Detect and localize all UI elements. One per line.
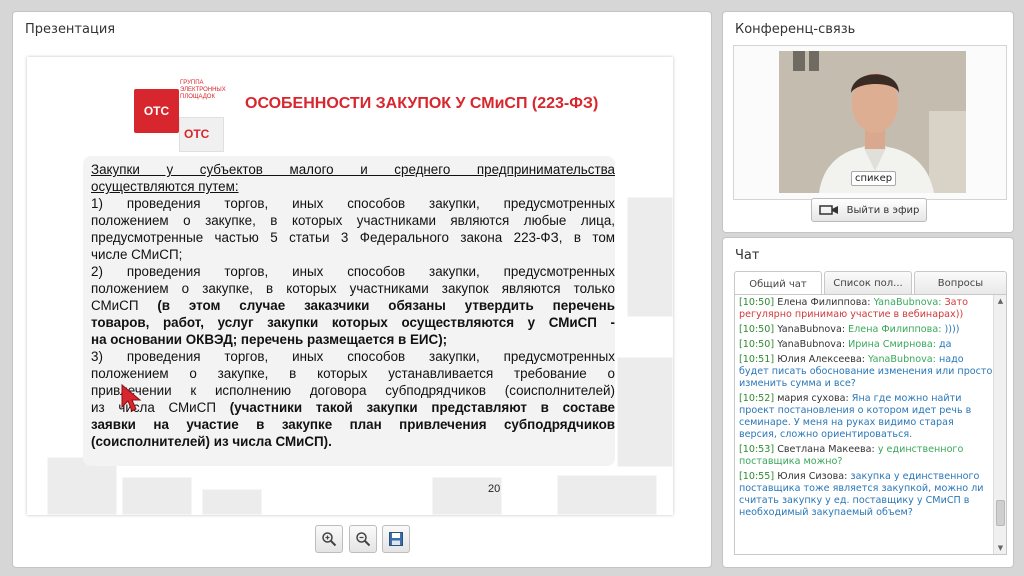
scroll-up-arrow-icon[interactable]: ▲	[996, 296, 1005, 306]
slide-line: положением о закупке, в которых участник…	[91, 213, 615, 228]
logo-caption: Группа электронных площадок	[180, 80, 226, 100]
conference-panel: Конференц-связь спикер Выйти в эфир	[722, 11, 1014, 233]
chat-scroll-thumb[interactable]	[996, 500, 1005, 526]
slide-line: 1) проведения торгов, иных способов заку…	[91, 196, 615, 211]
slide-line: предусмотренные частью 5 статьи 3 Федера…	[91, 230, 615, 245]
slide-line: числе СМиСП;	[91, 247, 183, 262]
save-icon	[389, 532, 403, 546]
slide-line: осуществляются путем:	[91, 179, 239, 194]
slide-line-bold: (участники такой закупки представляют в …	[229, 400, 615, 415]
speaker-video: спикер	[779, 51, 966, 193]
slide-line: СМиСП (в этом случае заказчики обязаны у…	[91, 297, 615, 314]
chat-message-list: [10:50] Елена Филиппова: YanaBubnova: За…	[739, 297, 993, 522]
camera-icon	[818, 205, 838, 215]
go-live-button[interactable]: Выйти в эфир	[811, 198, 927, 222]
speaker-label: спикер	[851, 171, 897, 186]
conference-panel-title: Конференц-связь	[735, 22, 856, 37]
zoom-out-button[interactable]	[349, 525, 377, 553]
slide-title: ОСОБЕННОСТИ ЗАКУПОК У СМиСП (223-ФЗ)	[245, 95, 599, 112]
chat-panel: Чат Общий чат Список пол... Вопросы [10:…	[722, 237, 1014, 568]
chat-panel-title: Чат	[735, 248, 760, 263]
slide-decoration	[557, 475, 657, 515]
slide-decoration	[122, 477, 192, 515]
go-live-label: Выйти в эфир	[846, 204, 920, 216]
slide-line: 3) проведения торгов, иных способов заку…	[91, 349, 615, 364]
presentation-slide: OTC Группа электронных площадок OTC ОСОБ…	[27, 57, 673, 515]
chat-message: [10:55] Юлия Сизова: закупка у единствен…	[739, 471, 993, 519]
chat-message-time: [10:52]	[739, 393, 775, 404]
slide-line: привлечении к исполнению договора субпод…	[91, 383, 615, 398]
chat-message-time: [10:53]	[739, 444, 775, 455]
chat-message-author: Юлия Сизова:	[774, 471, 851, 482]
slide-line: Закупки у субъектов малого и среднего пр…	[91, 162, 615, 177]
chat-message-time: [10:50]	[739, 297, 775, 308]
scroll-down-arrow-icon[interactable]: ▼	[996, 543, 1005, 553]
slide-page-number: 20	[488, 483, 501, 495]
chat-message-time: [10:51]	[739, 354, 775, 365]
slide-line: (соисполнителей) из числа СМиСП).	[91, 434, 332, 449]
chat-message-author: Елена Филиппова:	[774, 297, 874, 308]
otc-logo-secondary: OTC	[179, 117, 224, 152]
chat-message: [10:51] Юлия Алексеева: YanaBubnova: над…	[739, 354, 993, 390]
presentation-panel-title: Презентация	[25, 22, 116, 37]
slide-line: положением о закупке, в которых устанавл…	[91, 366, 615, 381]
chat-message: [10:53] Светлана Макеева: у единственног…	[739, 444, 993, 468]
chat-message: [10:50] YanaBubnova: Елена Филиппова: ))…	[739, 324, 993, 336]
slide-decoration	[627, 197, 673, 317]
chat-message: [10:50] YanaBubnova: Ирина Смирнова: да	[739, 339, 993, 351]
chat-message-author: YanaBubnova:	[774, 324, 849, 335]
chat-message-text: да	[939, 339, 952, 350]
video-container: спикер	[733, 45, 1007, 200]
chat-message-time: [10:50]	[739, 339, 775, 350]
save-button[interactable]	[382, 525, 410, 553]
slide-line-bold: (в этом случае заказчики обязаны утверди…	[157, 298, 615, 313]
otc-logo: OTC	[134, 89, 179, 133]
zoom-in-button[interactable]	[315, 525, 343, 553]
chat-message-recipient: YanaBubnova:	[868, 354, 939, 365]
slide-text: Закупки у субъектов малого и среднего пр…	[91, 161, 615, 450]
chat-message: [10:52] мария сухова: Яна где можно найт…	[739, 393, 993, 441]
chat-message: [10:50] Елена Филиппова: YanaBubnova: За…	[739, 297, 993, 321]
tab-general-chat[interactable]: Общий чат	[734, 271, 822, 296]
slide-decoration	[617, 357, 673, 467]
tab-questions[interactable]: Вопросы	[914, 271, 1007, 295]
chat-message-text: ))))	[944, 324, 960, 335]
chat-message-author: Светлана Макеева:	[774, 444, 878, 455]
slide-line: из числа СМиСП (участники такой закупки …	[91, 399, 615, 416]
chat-message-author: Юлия Алексеева:	[774, 354, 869, 365]
presentation-panel: Презентация OTC Группа электронных площа…	[12, 11, 712, 568]
chat-message-recipient: YanaBubnova:	[873, 297, 945, 308]
zoom-out-icon	[356, 532, 371, 547]
tab-participants-list[interactable]: Список пол...	[824, 271, 912, 295]
slide-line: 2) проведения торгов, иных способов заку…	[91, 264, 615, 279]
chat-message-recipient: Елена Филиппова:	[848, 324, 945, 335]
chat-messages[interactable]: [10:50] Елена Филиппова: YanaBubnova: За…	[734, 294, 1007, 555]
chat-scrollbar[interactable]: ▲ ▼	[993, 295, 1006, 554]
slide-line: положением о закупке, в которых участник…	[91, 281, 615, 296]
otc-logo-secondary-text: OTC	[184, 127, 210, 141]
chat-message-recipient: Ирина Смирнова:	[848, 339, 940, 350]
mouse-pointer-icon	[121, 383, 142, 412]
chat-message-time: [10:55]	[739, 471, 775, 482]
slide-line: на основании ОКВЭД; перечень размещается…	[91, 332, 448, 347]
chat-message-author: YanaBubnova:	[774, 339, 849, 350]
chat-message-time: [10:50]	[739, 324, 775, 335]
slide-decoration	[202, 489, 262, 515]
slide-line-part: СМиСП	[91, 298, 139, 313]
chat-message-author: мария сухова:	[774, 393, 852, 404]
slide-line: заявки на участие в закупке план привлеч…	[91, 417, 615, 432]
slide-line: товаров, работ, услуг закупки которых ос…	[91, 315, 615, 330]
slide-line-part: из числа СМиСП	[91, 400, 216, 415]
zoom-in-icon	[322, 532, 337, 547]
